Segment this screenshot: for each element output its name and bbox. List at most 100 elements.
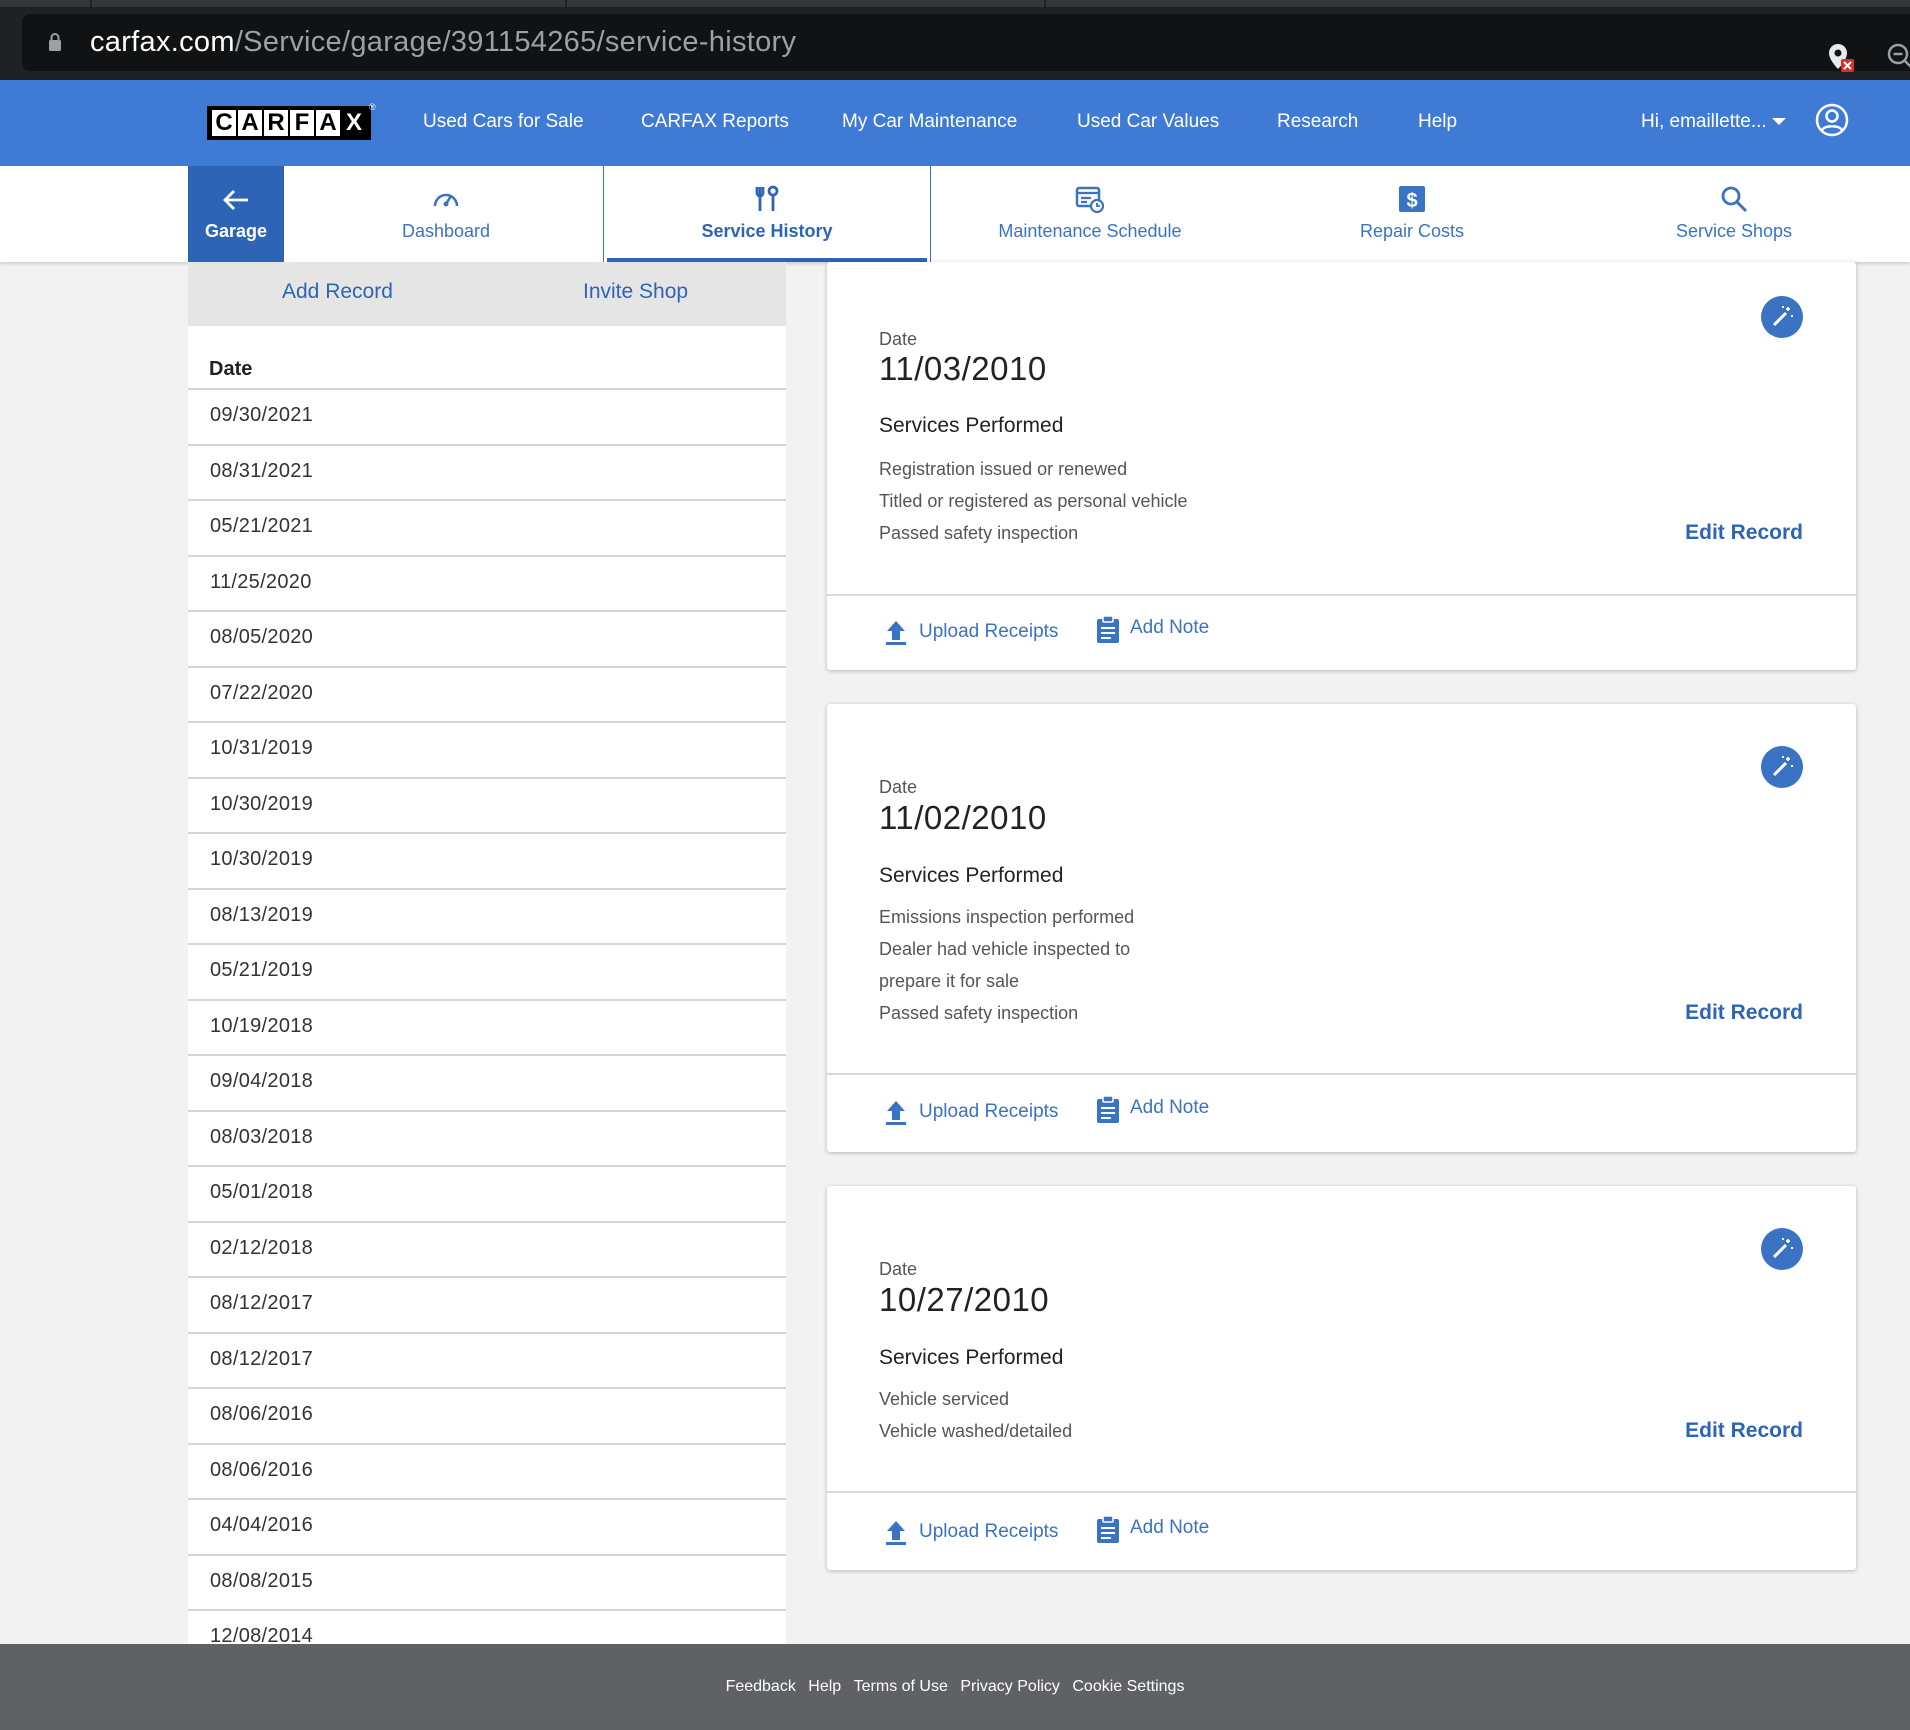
date-list-item[interactable]: 05/21/2021 — [188, 499, 786, 555]
date-list-item[interactable]: 05/01/2018 — [188, 1165, 786, 1221]
service-item: Dealer had vehicle inspected to — [879, 939, 1131, 959]
date-list-item[interactable]: 08/31/2021 — [188, 443, 786, 500]
lock-icon — [49, 33, 61, 51]
date-list-item[interactable]: 02/12/2018 — [188, 1220, 786, 1277]
date-list-item[interactable]: 10/30/2019 — [188, 776, 786, 833]
carfax-logo[interactable]: C A R F A X — [207, 106, 371, 140]
zoom-icon[interactable] — [1886, 42, 1910, 72]
clipboard-icon — [1097, 616, 1119, 643]
logo-letter: F — [290, 110, 314, 136]
footer-link-help[interactable]: Help — [808, 1678, 841, 1695]
card-divider — [827, 1491, 1856, 1493]
user-menu[interactable]: Hi, emaillette... — [1641, 111, 1767, 133]
garage-back-button[interactable]: Garage — [188, 166, 284, 262]
tab-service-history-label: Service History — [701, 221, 833, 241]
clipboard-icon — [1097, 1516, 1119, 1543]
footer-link-cookie-settings[interactable]: Cookie Settings — [1072, 1678, 1184, 1695]
date-list-item[interactable]: 09/30/2021 — [188, 388, 786, 444]
tab-maintenance-schedule[interactable]: Maintenance Schedule — [932, 166, 1248, 262]
record-date-label: Date — [879, 1259, 918, 1279]
footer-link-terms[interactable]: Terms of Use — [854, 1678, 948, 1695]
upload-receipts-button[interactable]: Upload Receipts — [883, 618, 1073, 648]
date-list-item[interactable]: 08/06/2016 — [188, 1387, 786, 1443]
date-list-item[interactable]: 10/30/2019 — [188, 832, 786, 888]
date-list-item[interactable]: 09/04/2018 — [188, 1054, 786, 1110]
date-list-item[interactable]: 07/22/2020 — [188, 665, 786, 722]
date-list-item[interactable]: 08/12/2017 — [188, 1276, 786, 1332]
nav-research[interactable]: Research — [1277, 111, 1358, 133]
edit-record-link[interactable]: Edit Record — [1685, 521, 1803, 545]
tab-service-history[interactable]: Service History — [603, 166, 931, 262]
dollar-icon: $ — [1399, 186, 1425, 212]
services-performed-heading: Services Performed — [879, 414, 1064, 437]
tab-repair-costs-label: Repair Costs — [1359, 221, 1465, 241]
edit-record-link[interactable]: Edit Record — [1685, 1001, 1803, 1025]
invite-shop-button[interactable]: Invite Shop — [583, 280, 688, 304]
location-blocked-icon[interactable] — [1826, 42, 1856, 74]
date-list-item[interactable]: 08/12/2017 — [188, 1331, 786, 1388]
tab-service-shops[interactable]: Service Shops — [1578, 166, 1890, 262]
date-list-item[interactable]: 11/25/2020 — [188, 554, 786, 611]
service-record-card: Date 10/27/2010 Services Performed Vehic… — [827, 1186, 1856, 1570]
url-host: carfax.com — [90, 26, 235, 58]
nav-used-car-values[interactable]: Used Car Values — [1077, 111, 1219, 133]
upload-receipts-label: Upload Receipts — [919, 621, 1059, 642]
date-list-item[interactable]: 10/19/2018 — [188, 998, 786, 1055]
upload-icon — [886, 621, 906, 645]
add-note-button[interactable]: Add Note — [1096, 1516, 1236, 1546]
date-list-item[interactable]: 05/21/2019 — [188, 943, 786, 999]
service-item: Vehicle serviced — [879, 1389, 1010, 1409]
upload-icon — [886, 1521, 906, 1545]
magic-wand-edit-icon[interactable] — [1761, 296, 1803, 338]
tab-maintenance-schedule-label: Maintenance Schedule — [998, 221, 1182, 241]
date-list-item[interactable]: 12/08/2014 — [188, 1609, 786, 1644]
add-record-button[interactable]: Add Record — [282, 280, 393, 304]
logo-letter: A — [238, 110, 262, 136]
tab-dashboard[interactable]: Dashboard — [290, 166, 602, 262]
date-list-item[interactable]: 08/06/2016 — [188, 1442, 786, 1499]
magic-wand-edit-icon[interactable] — [1761, 1228, 1803, 1270]
record-date: 10/27/2010 — [879, 1281, 1050, 1318]
tab-separator — [1044, 0, 1046, 7]
nav-help[interactable]: Help — [1418, 111, 1457, 133]
date-list-item[interactable]: 08/05/2020 — [188, 610, 786, 666]
magic-wand-edit-icon[interactable] — [1761, 746, 1803, 788]
date-list-item[interactable]: 08/13/2019 — [188, 887, 786, 944]
footer-link-feedback[interactable]: Feedback — [726, 1678, 796, 1695]
upload-receipts-button[interactable]: Upload Receipts — [883, 1518, 1073, 1548]
speedometer-icon — [433, 193, 459, 207]
search-icon — [1721, 186, 1748, 213]
services-performed-heading: Services Performed — [879, 1346, 1064, 1369]
url-text[interactable]: carfax.com/Service/garage/391154265/serv… — [90, 26, 796, 59]
record-date: 11/03/2010 — [879, 350, 1047, 387]
tab-repair-costs[interactable]: $ Repair Costs — [1256, 166, 1568, 262]
upload-receipts-button[interactable]: Upload Receipts — [883, 1098, 1073, 1128]
footer-link-privacy[interactable]: Privacy Policy — [960, 1678, 1060, 1695]
service-item: Passed safety inspection — [879, 1003, 1079, 1023]
date-list-item[interactable]: 08/03/2018 — [188, 1109, 786, 1166]
upload-icon — [886, 1101, 906, 1125]
date-list-item[interactable]: 10/31/2019 — [188, 721, 786, 777]
date-column-header: Date — [209, 358, 253, 380]
account-avatar-icon[interactable] — [1815, 103, 1849, 137]
nav-used-cars[interactable]: Used Cars for Sale — [423, 111, 584, 133]
add-note-button[interactable]: Add Note — [1096, 616, 1236, 646]
footer-links: Feedback Help Terms of Use Privacy Polic… — [0, 1678, 1910, 1696]
record-date-label: Date — [879, 329, 918, 349]
nav-my-car-maintenance[interactable]: My Car Maintenance — [842, 111, 1017, 133]
site-header: C A R F A X ® Used Cars for Sale CARFAX … — [0, 80, 1910, 166]
logo-registered-mark: ® — [369, 102, 376, 112]
add-note-button[interactable]: Add Note — [1096, 1096, 1236, 1126]
url-path: /Service/garage/391154265/service-histor… — [234, 26, 797, 58]
service-item: Emissions inspection performed — [879, 907, 1135, 927]
date-list-item[interactable]: 08/08/2015 — [188, 1553, 786, 1610]
date-list: 09/30/2021 08/31/2021 05/21/2021 11/25/2020… — [188, 388, 786, 1644]
add-note-label: Add Note — [1130, 617, 1210, 638]
caret-down-icon[interactable] — [1772, 118, 1786, 125]
clipboard-icon — [1097, 1096, 1119, 1123]
edit-record-link[interactable]: Edit Record — [1685, 1419, 1803, 1443]
nav-carfax-reports[interactable]: CARFAX Reports — [641, 111, 789, 133]
address-bar[interactable]: carfax.com/Service/garage/391154265/serv… — [22, 14, 1910, 74]
date-list-item[interactable]: 04/04/2016 — [188, 1498, 786, 1554]
add-note-label: Add Note — [1130, 1097, 1210, 1118]
